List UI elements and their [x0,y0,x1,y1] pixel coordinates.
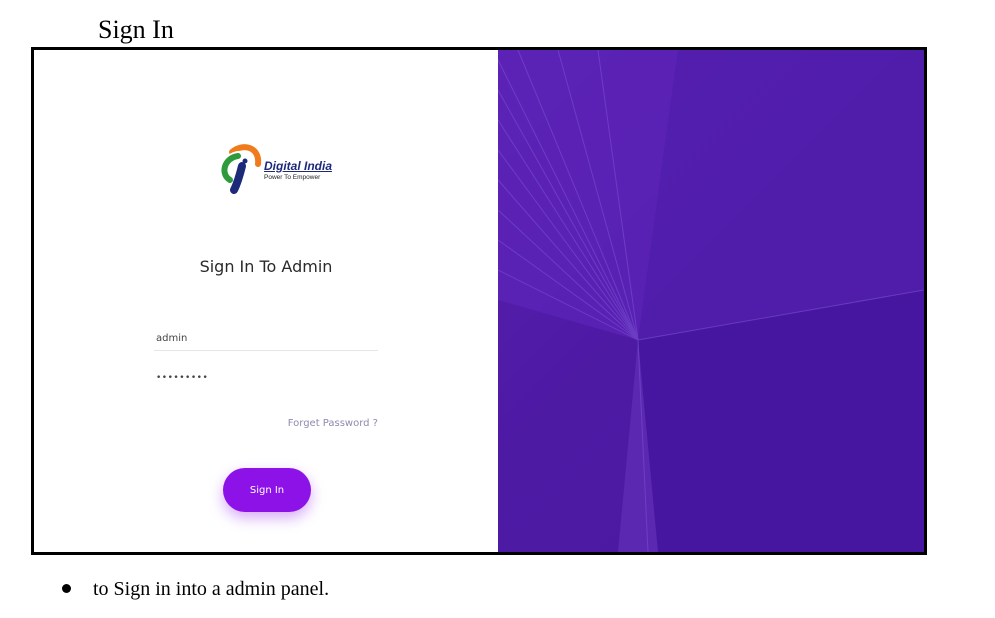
building-background-image [498,50,924,552]
password-input[interactable] [154,366,378,390]
login-panel: Digital India Power To Empower Sign In T… [34,50,498,552]
digital-india-logo-icon [221,144,262,194]
decorative-image-panel [498,50,924,552]
forgot-password-link[interactable]: Forget Password ? [224,418,378,429]
screenshot-frame: Digital India Power To Empower Sign In T… [31,47,927,555]
signin-title: Sign In To Admin [199,257,333,276]
username-input[interactable] [154,327,378,351]
bullet-text: to Sign in into a admin panel. [93,578,330,600]
digital-india-logo: Digital India Power To Empower [218,142,332,194]
document-heading: Sign In [98,15,174,44]
logo-tagline: Power To Empower [264,174,321,181]
bullet-dot-icon [62,583,71,593]
signin-button[interactable]: Sign In [223,468,311,512]
bullet-item: to Sign in into a admin panel. [62,576,329,602]
logo-name: Digital India [264,159,333,173]
